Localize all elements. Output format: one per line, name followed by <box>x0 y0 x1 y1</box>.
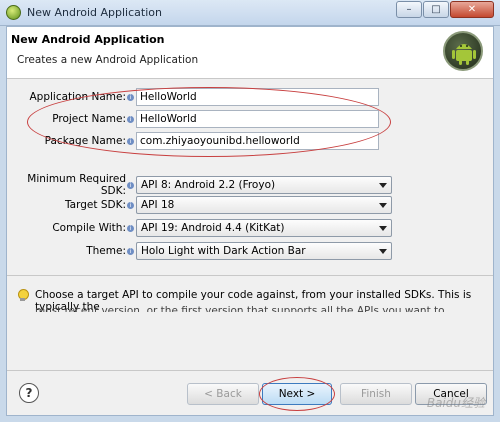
lightbulb-icon <box>17 289 29 302</box>
project-name-field[interactable]: HelloWorld <box>136 110 379 128</box>
package-name-label: Package Name: <box>44 135 126 147</box>
project-name-label: Project Name: <box>52 113 126 125</box>
minimize-button[interactable]: – <box>396 1 422 18</box>
info-icon: i <box>127 137 134 145</box>
window-title: New Android Application <box>27 6 162 19</box>
dialog-body: New Android Application Creates a new An… <box>6 26 494 416</box>
eclipse-app-icon <box>6 5 21 20</box>
compile-with-row: Compile With: i API 19: Android 4.4 (Kit… <box>7 219 392 237</box>
target-sdk-select[interactable]: API 18 <box>136 196 392 214</box>
close-button[interactable]: ✕ <box>450 1 494 18</box>
chevron-down-icon <box>379 249 387 254</box>
annotation-ellipse <box>259 377 335 411</box>
application-name-field[interactable]: HelloWorld <box>136 88 379 106</box>
application-name-label: Application Name: <box>29 91 126 103</box>
finish-button[interactable]: Finish <box>340 383 412 405</box>
info-icon: i <box>127 247 134 255</box>
chevron-down-icon <box>379 183 387 188</box>
compile-with-select[interactable]: API 19: Android 4.4 (KitKat) <box>136 219 392 237</box>
min-sdk-select[interactable]: API 8: Android 2.2 (Froyo) <box>136 176 392 194</box>
application-name-row: Application Name: i HelloWorld <box>7 88 379 106</box>
theme-row: Theme: i Holo Light with Dark Action Bar <box>7 242 392 260</box>
title-bar: New Android Application – □ ✕ <box>0 0 500 26</box>
divider <box>7 275 493 276</box>
maximize-button[interactable]: □ <box>423 1 449 18</box>
min-sdk-label: Minimum Required SDK: <box>27 173 126 197</box>
wizard-title: New Android Application <box>11 33 165 46</box>
min-sdk-row: Minimum Required SDK: i API 8: Android 2… <box>7 173 392 197</box>
wizard-subtitle: Creates a new Android Application <box>17 54 199 66</box>
target-sdk-row: Target SDK: i API 18 <box>7 196 392 214</box>
package-name-field[interactable]: com.zhiyaoyounibd.helloworld <box>136 132 379 150</box>
package-name-row: Package Name: i com.zhiyaoyounibd.hellow… <box>7 132 379 150</box>
info-icon: i <box>127 224 134 232</box>
info-icon: i <box>127 201 134 209</box>
chevron-down-icon <box>379 203 387 208</box>
watermark: Baidu经验 <box>426 396 485 410</box>
info-icon: i <box>127 115 134 123</box>
chevron-down-icon <box>379 226 387 231</box>
theme-select[interactable]: Holo Light with Dark Action Bar <box>136 242 392 260</box>
back-button[interactable]: < Back <box>187 383 259 405</box>
footer-divider <box>7 370 493 371</box>
target-sdk-label: Target SDK: <box>65 199 126 211</box>
info-icon: i <box>127 93 134 101</box>
window-controls: – □ ✕ <box>396 1 494 18</box>
compile-with-label: Compile With: <box>52 222 126 234</box>
hint-text-cutoff: most recent version, or the first versio… <box>35 306 445 312</box>
help-button[interactable]: ? <box>19 383 39 403</box>
android-logo-icon <box>443 31 483 71</box>
info-icon: i <box>127 181 134 189</box>
project-name-row: Project Name: i HelloWorld <box>7 110 379 128</box>
wizard-header: New Android Application Creates a new An… <box>7 27 493 79</box>
theme-label: Theme: <box>86 245 126 257</box>
